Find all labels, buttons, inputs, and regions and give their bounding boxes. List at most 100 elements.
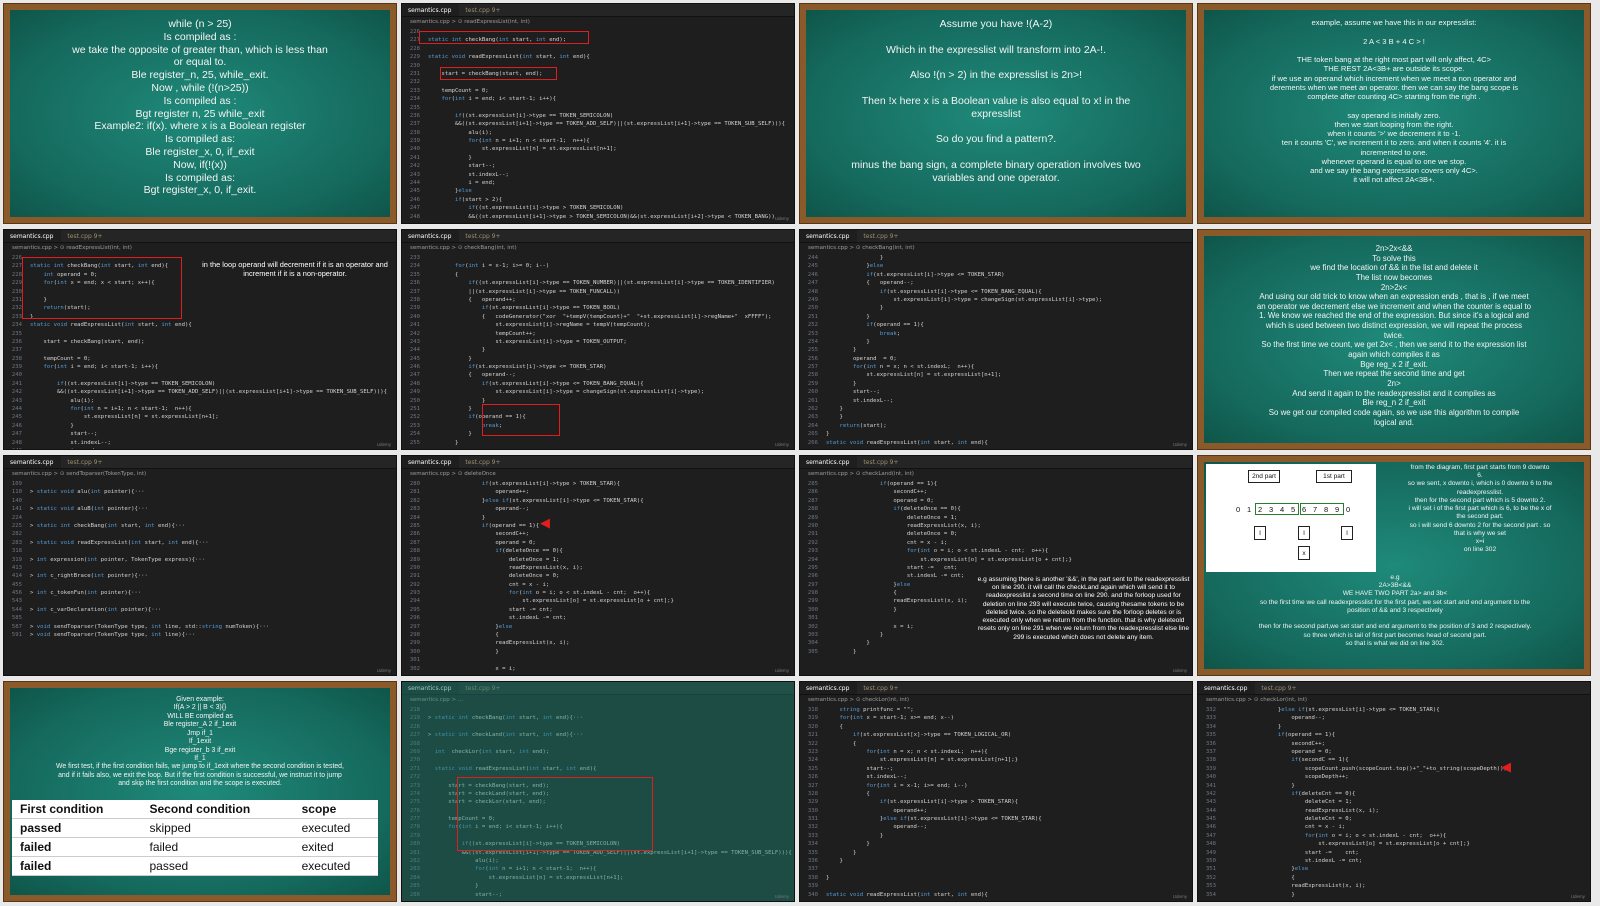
code-line: 334 }	[800, 840, 1192, 848]
code-area[interactable]: 332 }else if(st.expressList[i]->type <= …	[1198, 706, 1590, 901]
code-text: operand = 0;	[1224, 748, 1332, 755]
tab-test-cpp[interactable]: test.cpp 9+	[857, 682, 906, 694]
code-line: 230	[4, 288, 396, 296]
tab-semantics-cpp[interactable]: semantics.cpp	[1198, 682, 1256, 694]
line-number: 235	[11, 330, 22, 337]
breadcrumb[interactable]: semantics.cpp > ⊙ checkBang(int, int)	[402, 243, 794, 253]
line-number: 288	[807, 506, 818, 513]
code-area[interactable]: 218 219 > static int checkBang(int start, …	[402, 706, 794, 901]
code-text: }	[826, 648, 857, 655]
line-number: 285	[409, 883, 420, 890]
code-editor-screenshot[interactable]: semantics.cpp test.cpp 9+ semantics.cpp > …	[799, 229, 1193, 450]
tab-test-cpp[interactable]: test.cpp 9+	[459, 230, 508, 242]
chalkboard-slide[interactable]: example, assume we have this in our expr…	[1197, 3, 1591, 224]
code-editor-screenshot[interactable]: semantics.cpp test.cpp 9+ semantics.cpp > …	[401, 455, 795, 676]
code-editor-screenshot[interactable]: semantics.cpp test.cpp 9+ semantics.cpp > …	[799, 681, 1193, 902]
tab-semantics-cpp[interactable]: semantics.cpp	[402, 230, 460, 242]
code-editor-screenshot[interactable]: semantics.cpp test.cpp 9+ semantics.cpp > …	[401, 229, 795, 450]
tab-semantics-cpp[interactable]: semantics.cpp	[800, 230, 858, 242]
tab-semantics-cpp[interactable]: semantics.cpp	[800, 682, 858, 694]
code-text: { codeGenerator("xor "+tempV(tempCount)+…	[428, 313, 772, 320]
tab-test-cpp[interactable]: test.cpp 9+	[857, 230, 906, 242]
tab-test-cpp[interactable]: test.cpp 9+	[459, 4, 508, 16]
tab-semantics-cpp[interactable]: semantics.cpp	[402, 456, 460, 468]
code-line: 233	[402, 254, 794, 262]
line-number: 342	[1205, 790, 1216, 797]
code-line: 230	[402, 62, 794, 70]
code-text: {	[428, 271, 459, 278]
tab-test-cpp[interactable]: test.cpp 9+	[61, 230, 110, 242]
code-area[interactable]: 109 110 > static void alu(int pointer){···…	[4, 480, 396, 675]
code-line: 319 > int expression(int pointer, TokenTy…	[4, 556, 396, 564]
code-line: 237 &&((st.expressList[i+1]->type == TOK…	[402, 120, 794, 128]
code-line: 277 tempCount = 0;	[402, 815, 794, 823]
line-number: 268	[409, 740, 420, 747]
line-number: 218	[409, 707, 420, 713]
tab-semantics-cpp[interactable]: semantics.cpp	[402, 4, 460, 16]
slide-text-line: readexpresslist.	[1456, 488, 1504, 496]
slide-text-line	[1206, 615, 1584, 623]
code-text: if(operand == 1){	[468, 414, 526, 421]
code-line: 245 st.expressList[n] = st.expressList[n…	[4, 413, 396, 421]
code-line: 241 if((st.expressList[i]->type == TOKEN…	[4, 380, 396, 388]
code-area[interactable]: 226 227 static int checkBang(int start, in…	[4, 254, 396, 449]
tab-test-cpp[interactable]: test.cpp 9+	[459, 682, 508, 694]
slide-text-line: ten it counts 'C', we increment it to ze…	[1281, 138, 1507, 148]
code-area[interactable]: 280 if(st.expressList[i]->type > TOKEN_S…	[402, 480, 794, 675]
line-number: 336	[807, 858, 818, 865]
breadcrumb[interactable]: semantics.cpp > ⊙ readExpressList(int, i…	[4, 243, 396, 253]
breadcrumb[interactable]: semantics.cpp > ⊙ readExpressList(int, i…	[402, 17, 794, 27]
diagram-slide[interactable]: 2nd part 1st part 0 1 2 3 4 5 6 7 8 9 0 I Ix Ifrom the …	[1197, 455, 1591, 676]
line-number: 297	[807, 581, 818, 588]
code-line: 218	[402, 706, 794, 714]
breadcrumb[interactable]: semantics.cpp > ⊙ deleteOnce	[402, 469, 794, 479]
tab-semantics-cpp[interactable]: semantics.cpp	[4, 456, 62, 468]
chalkboard-surface: 2n>2x<&& To solve this we find the locatio…	[1204, 236, 1584, 443]
tab-test-cpp[interactable]: test.cpp 9+	[459, 456, 508, 468]
tab-test-cpp[interactable]: test.cpp 9+	[61, 456, 110, 468]
tab-test-cpp[interactable]: test.cpp 9+	[1255, 682, 1304, 694]
breadcrumb[interactable]: semantics.cpp > ⊙ checkLand(int, int)	[800, 469, 1192, 479]
breadcrumb[interactable]: semantics.cpp > ...	[402, 695, 794, 705]
slide-text-line: so three which is tail of first part bec…	[1303, 631, 1487, 639]
code-editor-screenshot[interactable]: semantics.cpp test.cpp 9+ semantics.cpp > …	[401, 681, 795, 902]
breadcrumb[interactable]: semantics.cpp > ⊙ sendToparser(TokenType…	[4, 469, 396, 479]
tab-semantics-cpp[interactable]: semantics.cpp	[800, 456, 858, 468]
tab-semantics-cpp[interactable]: semantics.cpp	[4, 230, 62, 242]
breadcrumb[interactable]: semantics.cpp > ⊙ checkLor(int, int)	[800, 695, 1192, 705]
chalkboard-slide[interactable]: 2n>2x<&& To solve this we find the locatio…	[1197, 229, 1591, 450]
code-line: 329 if(st.expressList[i]->type > TOKEN_S…	[800, 798, 1192, 806]
line-number: 349	[1205, 849, 1216, 856]
code-line: 337 operand = 0;	[1198, 748, 1590, 756]
chalkboard-slide[interactable]: Assume you have !(A-2) Which in the expr…	[799, 3, 1193, 224]
line-number: 247	[409, 372, 420, 379]
code-editor-screenshot[interactable]: semantics.cpp test.cpp 9+ semantics.cpp > …	[1197, 681, 1591, 902]
code-text: secondC++;	[428, 531, 530, 538]
line-number: 226	[11, 255, 22, 261]
chalkboard-slide[interactable]: Given example: If(A > 2 || B < 3){} WILL B…	[3, 681, 397, 902]
line-number: 227	[409, 37, 420, 44]
tab-test-cpp[interactable]: test.cpp 9+	[857, 456, 906, 468]
code-text: break;	[481, 422, 503, 429]
code-text: > static int checkBang(int start, int en…	[428, 715, 583, 722]
code-area[interactable]: 233 234 for(int i = x-1; i>= 0; i--) 235 {…	[402, 254, 794, 449]
breadcrumb[interactable]: semantics.cpp > ⊙ checkBang(int, int)	[800, 243, 1192, 253]
line-number: 348	[1205, 841, 1216, 848]
code-text: }else if(st.expressList[i]->type <= TOKE…	[1224, 707, 1440, 713]
code-editor-screenshot[interactable]: semantics.cpp test.cpp 9+ semantics.cpp > …	[3, 455, 397, 676]
chalkboard-slide[interactable]: while (n > 25) Is compiled as : we take th…	[3, 3, 397, 224]
code-area[interactable]: 244 } 245 }else 246 if(st.expressList[i]->…	[800, 254, 1192, 449]
breadcrumb[interactable]: semantics.cpp > ⊙ checkLor(int, int)	[1198, 695, 1590, 705]
code-line: 319 for(int x = start-1; x>= end; x--)	[800, 714, 1192, 722]
code-editor-screenshot[interactable]: semantics.cpp test.cpp 9+ semantics.cpp > …	[401, 3, 795, 224]
code-area[interactable]: 226 227 static int checkBang(int start, in…	[402, 28, 794, 223]
code-area[interactable]: 318 string printfunc = ""; 319 for(int x …	[800, 706, 1192, 901]
code-editor-screenshot[interactable]: semantics.cpp test.cpp 9+ semantics.cpp > …	[799, 455, 1193, 676]
code-editor-screenshot[interactable]: semantics.cpp test.cpp 9+ semantics.cpp > …	[3, 229, 397, 450]
line-number: 324	[807, 757, 818, 764]
code-line: 244 }	[800, 254, 1192, 262]
tab-semantics-cpp[interactable]: semantics.cpp	[402, 682, 460, 694]
